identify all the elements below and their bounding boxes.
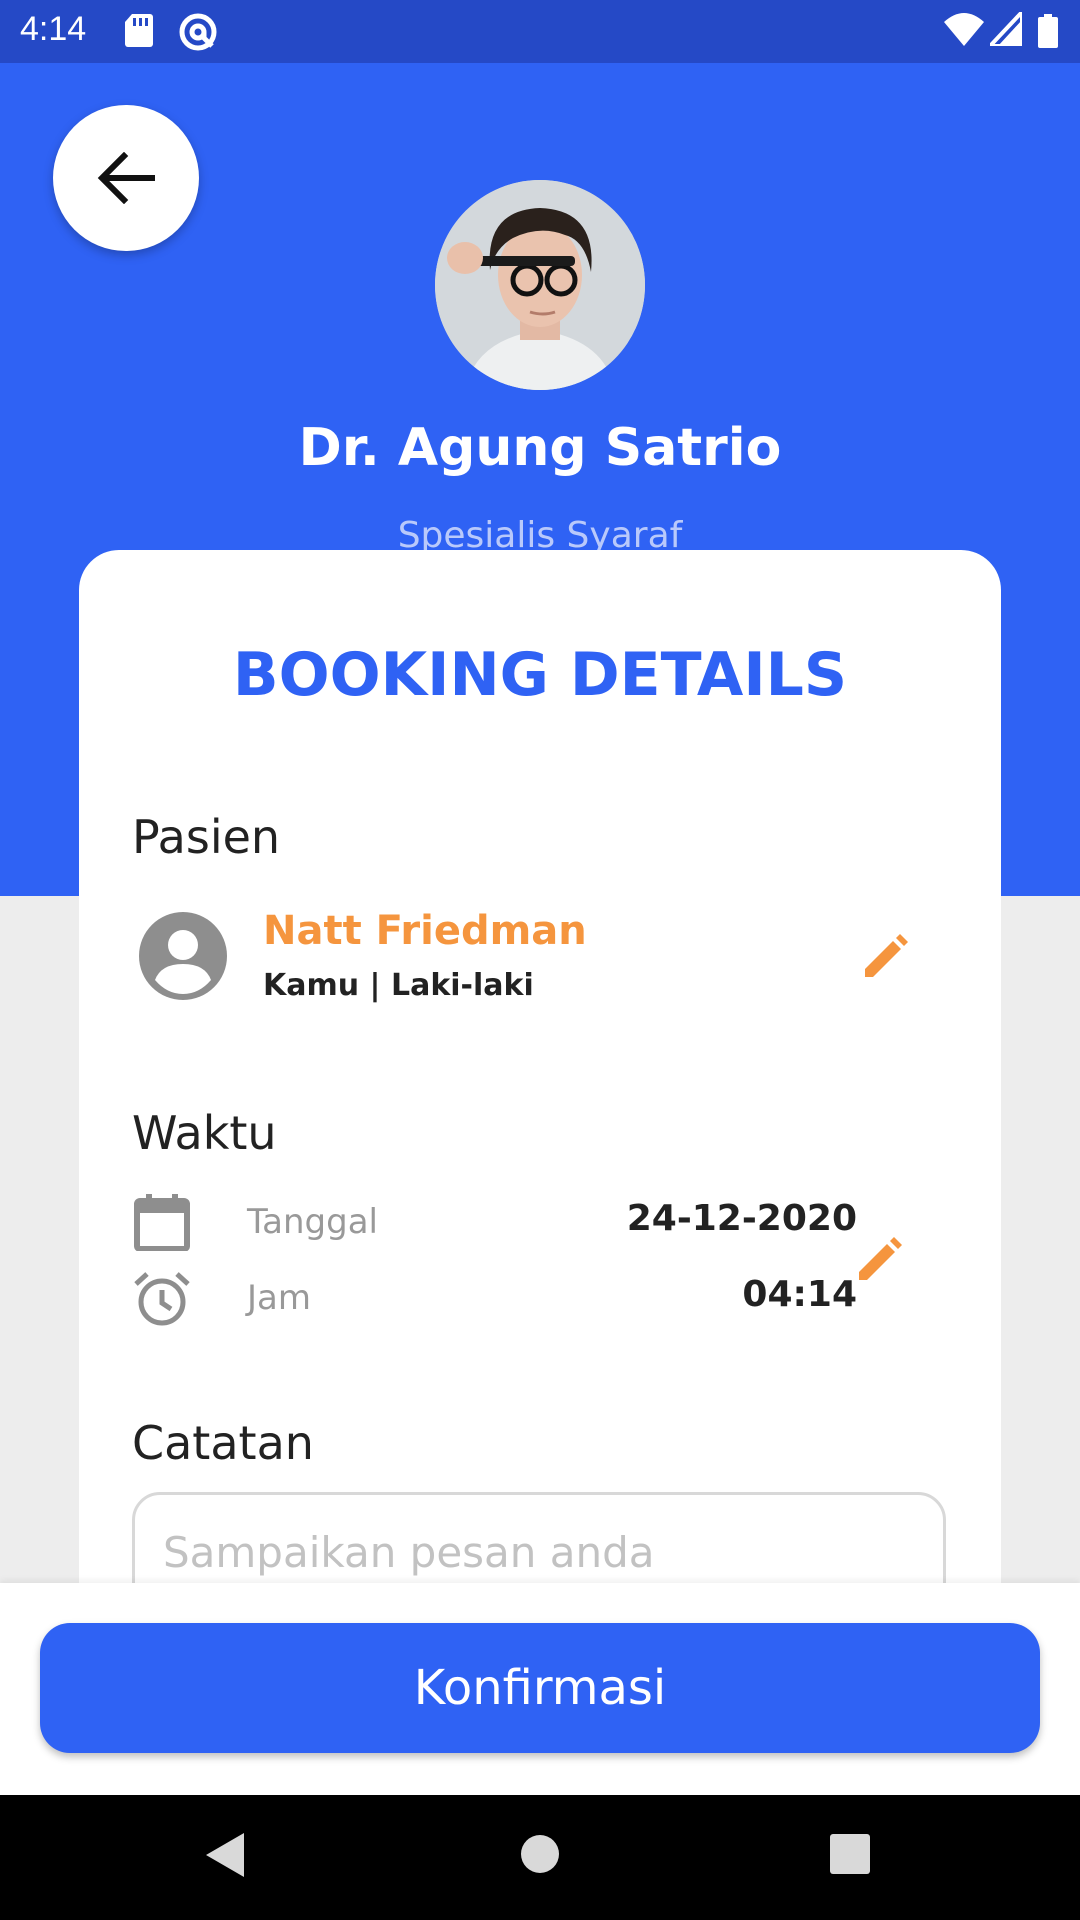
patient-name: Natt Friedman <box>263 908 587 954</box>
edit-time-button[interactable] <box>849 1230 909 1290</box>
alarm-clock-icon <box>134 1272 190 1326</box>
calendar-icon <box>134 1194 190 1251</box>
back-button[interactable] <box>53 105 199 251</box>
nav-home-icon[interactable] <box>520 1834 560 1874</box>
patient-section-label: Pasien <box>132 810 281 864</box>
pencil-icon <box>859 1237 902 1280</box>
booking-details-card: BOOKING DETAILS Pasien Natt Friedman Kam… <box>79 550 1001 1750</box>
doctor-name: Dr. Agung Satrio <box>298 418 782 478</box>
at-sign-icon <box>179 13 217 51</box>
battery-icon <box>1038 14 1058 48</box>
sd-card-icon <box>125 14 153 47</box>
card-title: BOOKING DETAILS <box>232 640 848 710</box>
edit-patient-button[interactable] <box>855 927 915 987</box>
nav-back-icon[interactable] <box>204 1831 246 1879</box>
status-time: 4:14 <box>20 10 87 48</box>
time-section-label: Waktu <box>132 1106 277 1160</box>
nav-recents-icon[interactable] <box>830 1834 870 1874</box>
notes-section-label: Catatan <box>132 1416 314 1470</box>
wifi-icon <box>944 13 984 46</box>
account-circle-icon <box>139 912 227 1000</box>
doctor-avatar <box>435 180 645 390</box>
arrow-left-icon <box>97 152 155 204</box>
pencil-icon <box>865 934 908 977</box>
booking-screen: 4:14 Dr. Agung Satrio Spesialis Syaraf B… <box>0 0 1080 1920</box>
time-label: Jam <box>247 1278 311 1318</box>
cellular-signal-icon <box>990 12 1022 46</box>
time-value: 04:14 <box>742 1274 857 1315</box>
bottom-action-bar: Konfirmasi <box>0 1583 1080 1795</box>
date-value: 24-12-2020 <box>626 1198 857 1239</box>
patient-relation-gender: Kamu | Laki-laki <box>263 968 534 1003</box>
system-navigation-bar <box>0 1795 1080 1920</box>
date-label: Tanggal <box>247 1202 378 1242</box>
confirm-button[interactable]: Konfirmasi <box>40 1623 1040 1753</box>
status-bar: 4:14 <box>0 0 1080 63</box>
